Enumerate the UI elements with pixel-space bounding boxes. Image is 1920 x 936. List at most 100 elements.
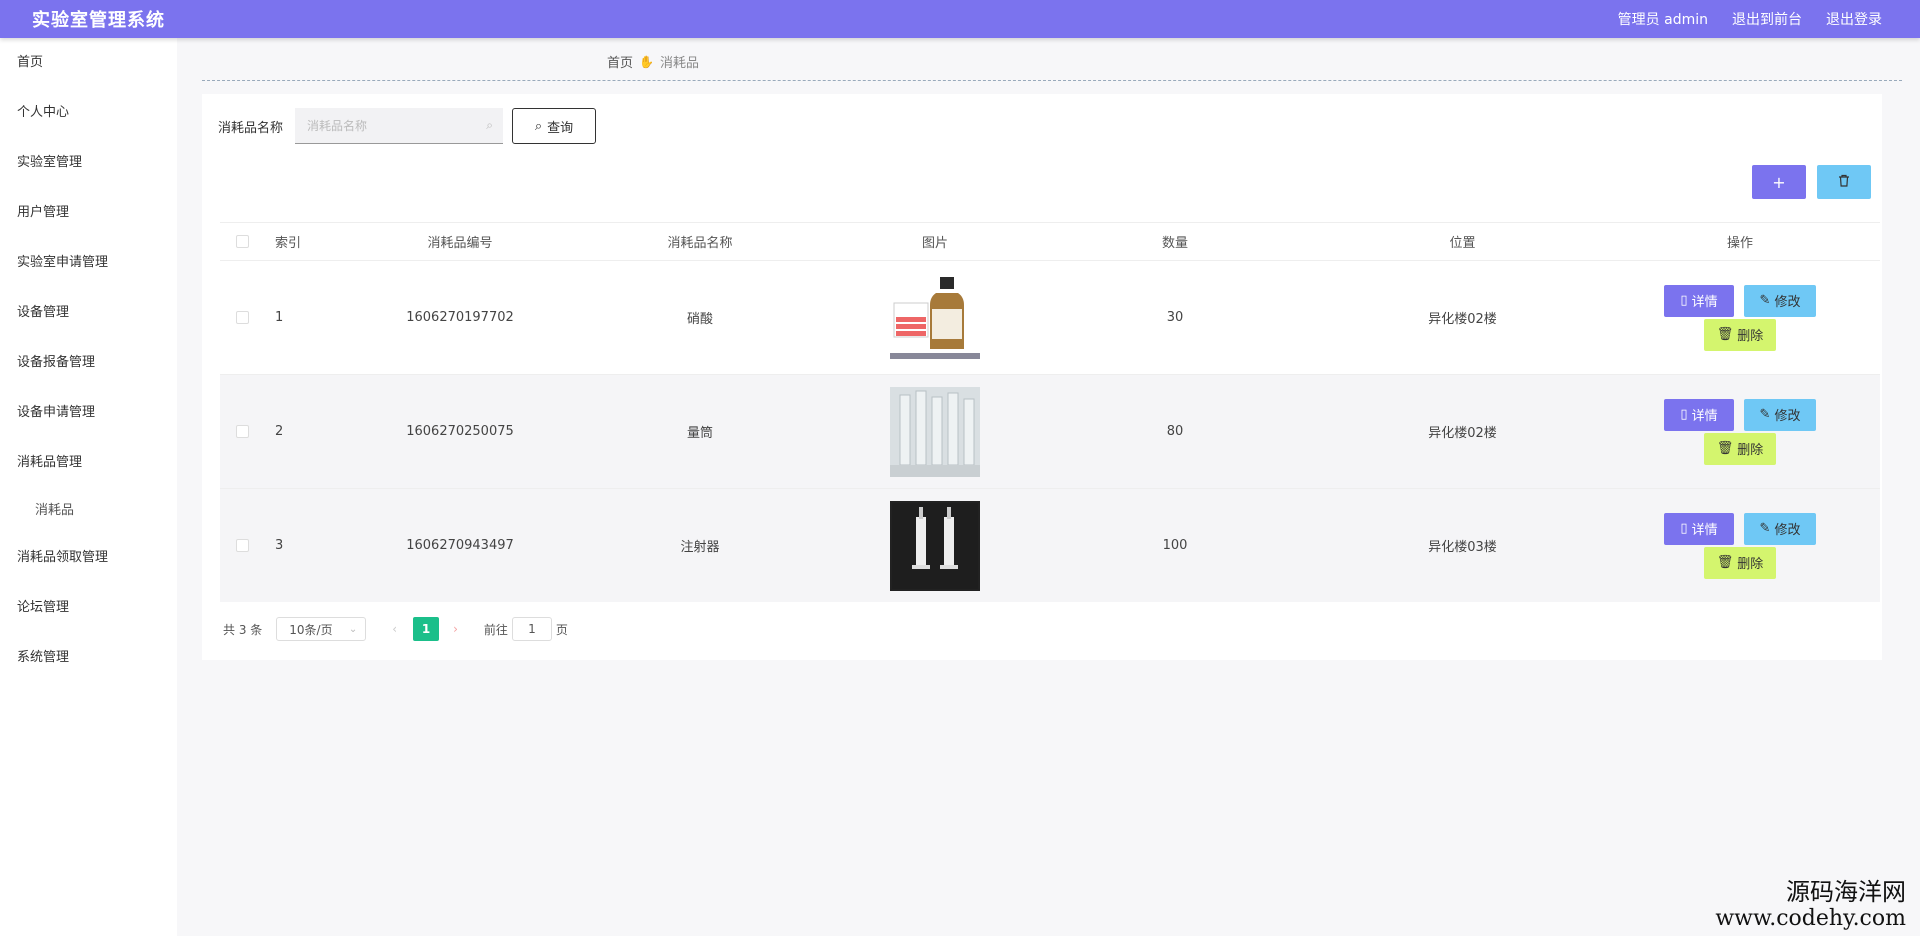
add-button[interactable]: + bbox=[1752, 165, 1806, 199]
detail-label: 详情 bbox=[1691, 409, 1718, 424]
syringes-image[interactable] bbox=[890, 500, 980, 591]
page-size-select[interactable]: 10条/页 ⌄ bbox=[276, 617, 367, 641]
trash-icon: 🗑 bbox=[1716, 327, 1734, 342]
delete-button[interactable]: 🗑 删除 bbox=[1704, 432, 1776, 465]
total-count: 共 3 条 bbox=[223, 622, 263, 637]
edit-label: 修改 bbox=[1774, 523, 1801, 538]
goto-page-input[interactable]: 1 bbox=[511, 617, 552, 641]
row-location: 异化楼02楼 bbox=[1428, 312, 1497, 327]
goto-label: 前往 bbox=[483, 622, 508, 637]
delete-button[interactable]: 🗑 删除 bbox=[1704, 546, 1776, 579]
row-quantity: 30 bbox=[1166, 310, 1184, 325]
select-all-checkbox[interactable] bbox=[236, 235, 249, 248]
logout-link[interactable]: 退出登录 bbox=[1826, 9, 1882, 29]
header-quantity: 数量 bbox=[1161, 236, 1188, 251]
detail-label: 详情 bbox=[1691, 523, 1718, 538]
edit-label: 修改 bbox=[1774, 409, 1801, 424]
search-icon: ⌕ bbox=[534, 118, 543, 134]
query-button-label: 查询 bbox=[547, 120, 574, 136]
sidebar-subitem-consumables[interactable]: 消耗品 bbox=[0, 488, 177, 533]
next-page-button[interactable]: › bbox=[453, 622, 458, 636]
row-index: 2 bbox=[275, 424, 284, 439]
page-suffix: 页 bbox=[555, 622, 568, 637]
header-name: 消耗品名称 bbox=[667, 236, 733, 251]
bottle-image[interactable] bbox=[890, 272, 980, 363]
delete-button[interactable]: 🗑 删除 bbox=[1704, 318, 1776, 351]
sidebar-item-home[interactable]: 首页 bbox=[0, 38, 177, 88]
admin-label: 管理员 admin bbox=[1617, 12, 1708, 28]
delete-label: 删除 bbox=[1737, 557, 1764, 572]
row-location: 异化楼02楼 bbox=[1428, 426, 1497, 441]
pencil-icon: ✎ bbox=[1759, 293, 1771, 308]
row-checkbox[interactable] bbox=[236, 311, 249, 324]
sidebar-item-equipment[interactable]: 设备管理 bbox=[0, 288, 177, 338]
trash-icon: 🗑 bbox=[1716, 441, 1734, 456]
detail-button[interactable]: ▯ 详情 bbox=[1664, 398, 1734, 431]
query-button[interactable]: ⌕ 查询 bbox=[512, 108, 596, 144]
table-row: 3 1606270943497 注射器 100 异化楼03楼 ▯ 详情 ✎ 修改… bbox=[220, 488, 1880, 602]
search-icon: ⌕ bbox=[486, 118, 493, 132]
sidebar-item-lab-management[interactable]: 实验室管理 bbox=[0, 138, 177, 188]
hand-icon: ✋ bbox=[639, 54, 654, 69]
sidebar-item-personal-center[interactable]: 个人中心 bbox=[0, 88, 177, 138]
top-bar: 实验室管理系统 管理员 admin 退出到前台 退出登录 bbox=[0, 0, 1920, 38]
search-field[interactable]: ⌕ bbox=[295, 108, 503, 144]
search-label: 消耗品名称 bbox=[218, 121, 284, 136]
page-number-current[interactable]: 1 bbox=[413, 617, 440, 641]
sidebar-item-lab-application[interactable]: 实验室申请管理 bbox=[0, 238, 177, 288]
sidebar-item-equipment-report[interactable]: 设备报备管理 bbox=[0, 338, 177, 388]
batch-delete-button[interactable] bbox=[1817, 165, 1871, 199]
row-code: 1606270250075 bbox=[406, 424, 514, 439]
divider bbox=[202, 80, 1902, 81]
search-input[interactable] bbox=[307, 118, 477, 133]
row-name: 注射器 bbox=[680, 540, 720, 555]
watermark-line2: www.codehy.com bbox=[1715, 906, 1906, 931]
row-location: 异化楼03楼 bbox=[1428, 540, 1497, 555]
edit-button[interactable]: ✎ 修改 bbox=[1744, 284, 1816, 317]
header-image: 图片 bbox=[921, 236, 948, 251]
plus-icon: + bbox=[1772, 172, 1786, 192]
detail-button[interactable]: ▯ 详情 bbox=[1664, 284, 1734, 317]
pagination: 共 3 条 10条/页 ⌄ ‹ 1 › 前往 1 页 bbox=[223, 617, 568, 641]
detail-button[interactable]: ▯ 详情 bbox=[1664, 512, 1734, 545]
sidebar-item-equipment-application[interactable]: 设备申请管理 bbox=[0, 388, 177, 438]
sidebar-item-forum[interactable]: 论坛管理 bbox=[0, 583, 177, 633]
table-row: 1 1606270197702 硝酸 30 异化楼02楼 ▯ 详情 ✎ 修改 🗑… bbox=[220, 260, 1880, 374]
document-icon: ▯ bbox=[1680, 293, 1688, 308]
document-icon: ▯ bbox=[1680, 521, 1688, 536]
row-index: 1 bbox=[275, 310, 284, 325]
sidebar-item-consumables-collection[interactable]: 消耗品领取管理 bbox=[0, 533, 177, 583]
row-quantity: 80 bbox=[1166, 424, 1184, 439]
row-quantity: 100 bbox=[1162, 538, 1188, 553]
trash-icon: 🗑 bbox=[1716, 555, 1734, 570]
header-operations: 操作 bbox=[1726, 236, 1753, 251]
exit-to-front-link[interactable]: 退出到前台 bbox=[1732, 9, 1802, 29]
cylinders-image[interactable] bbox=[890, 386, 980, 477]
table-row: 2 1606270250075 量筒 80 异化楼02楼 ▯ 详情 ✎ 修改 🗑… bbox=[220, 374, 1880, 488]
row-name: 硝酸 bbox=[686, 312, 713, 327]
pencil-icon: ✎ bbox=[1759, 521, 1771, 536]
row-code: 1606270197702 bbox=[406, 310, 514, 325]
sidebar-item-user-management[interactable]: 用户管理 bbox=[0, 188, 177, 238]
watermark: 源码海洋网 www.codehy.com bbox=[1715, 878, 1906, 932]
edit-label: 修改 bbox=[1774, 295, 1801, 310]
consumables-table: 索引 消耗品编号 消耗品名称 图片 数量 位置 操作 1 16062701977… bbox=[220, 222, 1880, 602]
row-checkbox[interactable] bbox=[236, 425, 249, 438]
breadcrumb-home[interactable]: 首页 bbox=[607, 52, 633, 71]
header-index: 索引 bbox=[275, 236, 302, 251]
trash-icon bbox=[1838, 174, 1850, 191]
edit-button[interactable]: ✎ 修改 bbox=[1744, 398, 1816, 431]
sidebar-item-system[interactable]: 系统管理 bbox=[0, 633, 177, 683]
sidebar-item-consumables-management[interactable]: 消耗品管理 bbox=[0, 438, 177, 488]
pencil-icon: ✎ bbox=[1759, 407, 1771, 422]
table-header: 索引 消耗品编号 消耗品名称 图片 数量 位置 操作 bbox=[220, 222, 1880, 260]
breadcrumb: 首页 ✋ 消耗品 bbox=[607, 52, 699, 72]
app-title: 实验室管理系统 bbox=[32, 10, 165, 31]
edit-button[interactable]: ✎ 修改 bbox=[1744, 512, 1816, 545]
page-size-value: 10条/页 bbox=[289, 622, 333, 637]
delete-label: 删除 bbox=[1737, 329, 1764, 344]
row-checkbox[interactable] bbox=[236, 539, 249, 552]
header-code: 消耗品编号 bbox=[427, 236, 493, 251]
prev-page-button[interactable]: ‹ bbox=[392, 622, 397, 636]
row-name: 量筒 bbox=[686, 426, 713, 441]
